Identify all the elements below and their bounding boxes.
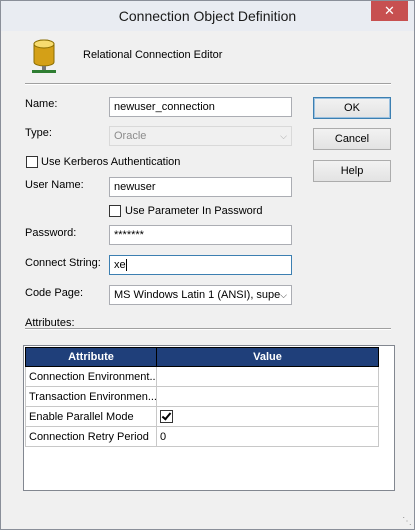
parallel-mode-checkbox[interactable] (160, 409, 173, 423)
table-row[interactable]: Connection Retry Period 0 (25, 426, 379, 447)
value-cell[interactable] (156, 366, 379, 387)
code-page-select[interactable]: MS Windows Latin 1 (ANSI), supe ⌵ (109, 285, 292, 305)
title-bar[interactable]: Connection Object Definition ✕ (1, 1, 414, 31)
ok-button[interactable]: OK (313, 97, 391, 119)
kerberos-label: Use Kerberos Authentication (41, 156, 181, 168)
chevron-down-icon: ⌵ (280, 131, 287, 141)
window-title: Connection Object Definition (118, 8, 297, 24)
attribute-cell[interactable]: Transaction Environmen... (25, 386, 157, 407)
database-icon (32, 39, 56, 73)
name-field[interactable]: newuser_connection (109, 97, 292, 117)
close-button[interactable]: ✕ (371, 1, 408, 21)
attributes-grid[interactable]: Attribute Value Connection Environment..… (23, 345, 395, 491)
attribute-cell[interactable]: Connection Retry Period (25, 426, 157, 447)
attributes-divider (25, 328, 391, 330)
type-select: Oracle ⌵ (109, 126, 292, 146)
attribute-cell[interactable]: Enable Parallel Mode (25, 406, 157, 427)
value-cell[interactable]: 0 (156, 426, 379, 447)
username-field[interactable]: newuser (109, 177, 292, 197)
table-row[interactable]: Transaction Environmen... (25, 386, 379, 407)
dialog-window: Connection Object Definition ✕ Relationa… (0, 0, 415, 530)
connect-string-field[interactable]: xe (109, 255, 292, 275)
password-field[interactable]: ******* (109, 225, 292, 245)
header-divider (25, 83, 391, 85)
attributes-table: Attribute Value Connection Environment..… (25, 347, 379, 447)
param-password-label: Use Parameter In Password (125, 205, 263, 217)
close-icon: ✕ (384, 3, 395, 18)
chevron-down-icon: ⌵ (280, 290, 287, 300)
connect-string-label: Connect String: (25, 257, 101, 269)
value-column-header[interactable]: Value (156, 347, 379, 367)
kerberos-checkbox[interactable] (26, 156, 38, 168)
username-label: User Name: (25, 179, 84, 191)
password-label: Password: (25, 227, 77, 239)
table-row[interactable]: Enable Parallel Mode (25, 406, 379, 427)
help-button[interactable]: Help (313, 160, 391, 182)
param-password-checkbox[interactable] (109, 205, 121, 217)
type-label: Type: (25, 127, 52, 139)
value-cell[interactable] (156, 406, 379, 427)
code-page-label: Code Page: (25, 287, 84, 299)
cancel-button[interactable]: Cancel (313, 128, 391, 150)
value-cell[interactable] (156, 386, 379, 407)
name-label: Name: (25, 98, 58, 110)
table-row[interactable]: Connection Environment... (25, 366, 379, 387)
attribute-column-header[interactable]: Attribute (25, 347, 157, 367)
editor-title: Relational Connection Editor (83, 49, 223, 61)
attribute-cell[interactable]: Connection Environment... (25, 366, 157, 387)
resize-grip-icon[interactable]: ⋱ (402, 516, 412, 527)
